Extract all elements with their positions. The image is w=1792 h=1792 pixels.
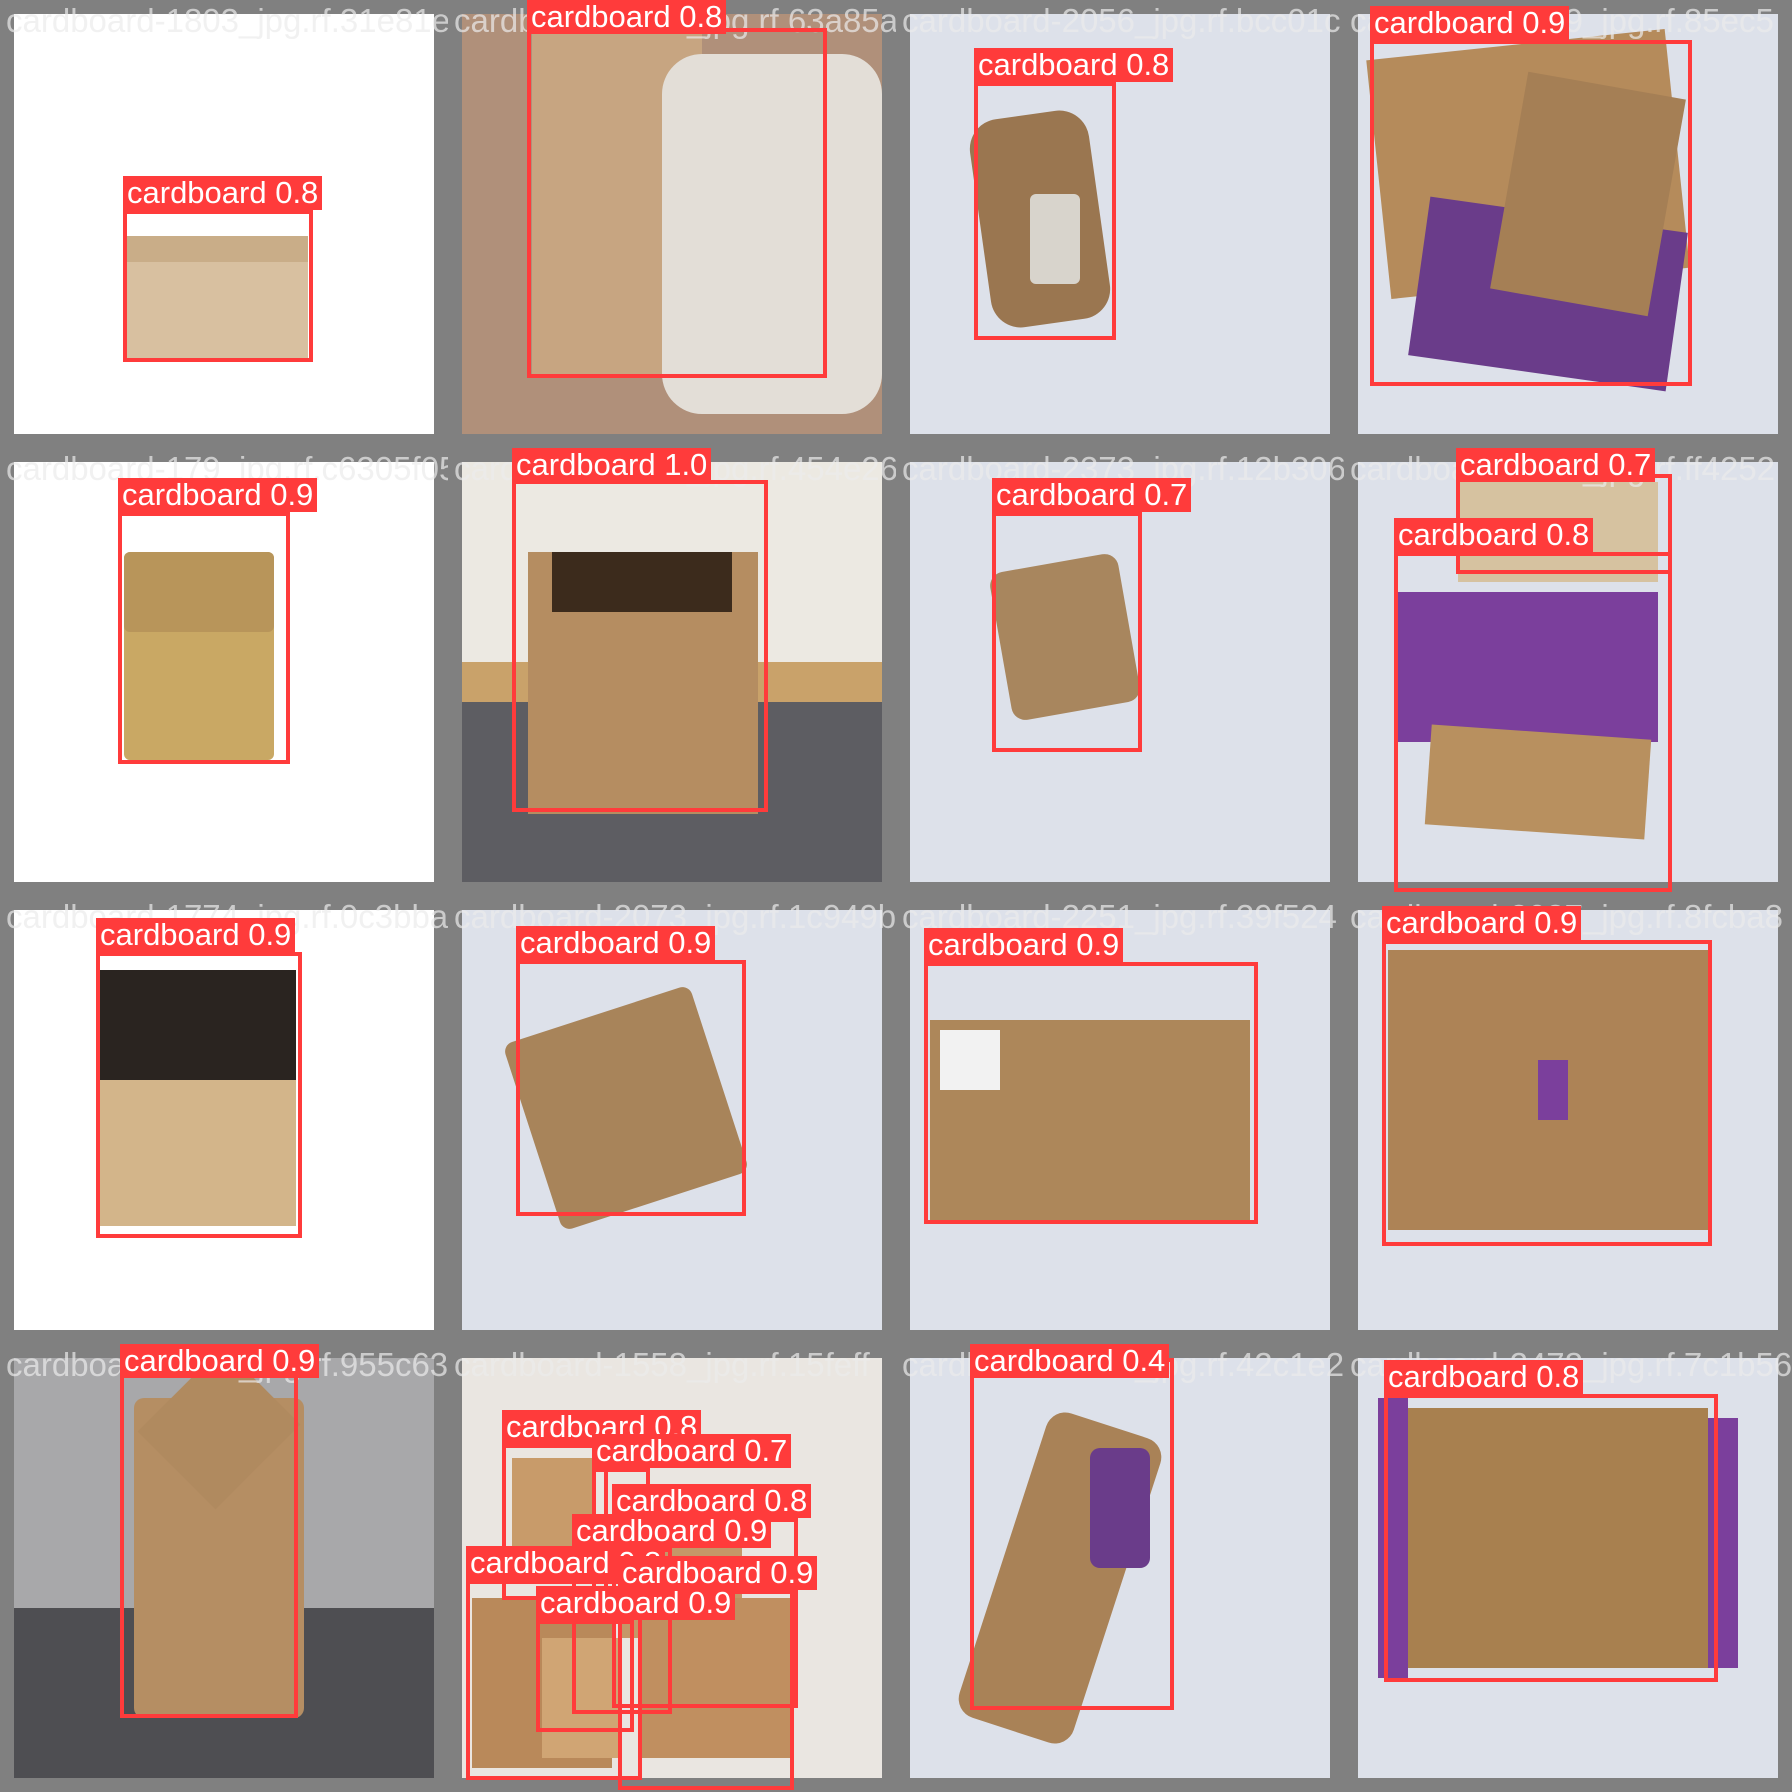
bounding-box xyxy=(536,1620,634,1732)
bounding-box xyxy=(512,480,768,812)
image-tile: cardboard-2251_jpg.rf.39f524 cardboard 0.… xyxy=(896,896,1344,1344)
detection-label: cardboard 0.9 xyxy=(924,928,1124,962)
image-tile: cardboard-1601_jpg.rf.955c63cardboard 0.… xyxy=(0,1344,448,1792)
bounding-box xyxy=(1370,40,1692,386)
detection-label: cardboard 0.8 xyxy=(1394,518,1594,552)
bounding-box xyxy=(1382,940,1712,1246)
image-tile: cardboard-1523_jpg.rf.454e26cardboard 1.… xyxy=(448,448,896,896)
image-tile: cardboard-2056_jpg.rf.bcc01c cardboard 0.… xyxy=(896,0,1344,448)
detection-label: cardboard 0.4 xyxy=(970,1344,1170,1378)
image-tile: cardboard-1803_jpg.rf.31e81eb5 cardboard … xyxy=(0,0,448,448)
detection-grid: cardboard-1803_jpg.rf.31e81eb5 cardboard … xyxy=(0,0,1792,1792)
detection-label: cardboard 0.9 xyxy=(516,926,716,960)
bounding-box xyxy=(924,962,1258,1224)
detection-label: cardboard 1.0 xyxy=(512,448,712,482)
image-tile: cardboard-179_jpg.rf.c6305f05 cardboard 0… xyxy=(0,448,448,896)
detection-label: cardboard 0.9 xyxy=(118,478,318,512)
bounding-box xyxy=(123,210,313,362)
bounding-box xyxy=(974,82,1116,340)
bounding-box xyxy=(618,1590,794,1790)
image-tile: cardboard-1558_jpg.rf.15feff cardboard 0.… xyxy=(448,1344,896,1792)
detection-label: cardboard 0.8 xyxy=(974,48,1174,82)
image-tile: cardboard-2373_jpg.rf.12b306 cardboard 0.… xyxy=(896,448,1344,896)
detection-label: cardboard 0.8 xyxy=(1384,1360,1584,1394)
detection-label: cardboard 0.7 xyxy=(592,1434,792,1468)
image-tile: cardboard-1774_jpg.rf.0c3bba cardboard 0.… xyxy=(0,896,448,1344)
image-tile: cardboard-2087_jpg.rf.8fcba8cardboard 0.… xyxy=(1344,896,1792,1344)
detection-label: cardboard 0.9 xyxy=(96,918,296,952)
image-tile: cardboard-2459_jpg.rf.42c1e2cardboard 0.… xyxy=(896,1344,1344,1792)
image-tile: cardboard-2478_jpg.rf.7c1b56cardboard 0.… xyxy=(1344,1344,1792,1792)
detection-label: cardboard 0.9 xyxy=(572,1514,772,1548)
bounding-box xyxy=(118,512,290,764)
bounding-box xyxy=(516,960,746,1216)
detection-label: cardboard 0.8 xyxy=(527,0,727,34)
detection-label: cardboard 0.7 xyxy=(1456,448,1656,482)
image-tile: cardboard-1799_jpg.rf.63a85acardboard 0.… xyxy=(448,0,896,448)
bounding-box xyxy=(970,1358,1174,1710)
bounding-box xyxy=(120,1372,298,1718)
detection-label: cardboard 0.9 xyxy=(120,1344,320,1378)
bounding-box xyxy=(1394,552,1672,892)
detection-label: cardboard 0.9 xyxy=(1382,906,1582,940)
image-tile: cardboard-2073_jpg.rf.1c949b cardboard 0.… xyxy=(448,896,896,1344)
detection-label: cardboard 0.7 xyxy=(992,478,1192,512)
bounding-box xyxy=(992,512,1142,752)
bounding-box xyxy=(527,28,827,378)
detection-label: cardboard 0.9 xyxy=(1370,6,1570,40)
detection-label: cardboard 0.9 xyxy=(536,1586,736,1620)
bounding-box xyxy=(1384,1394,1718,1682)
image-tile: cardboard-2061_jpg.rf.ff4252cardboard 0.… xyxy=(1344,448,1792,896)
detection-label: cardboard 0.8 xyxy=(123,176,323,210)
image-tile: cardboard-2719_jpg.rf.85ec5cardboard 0.9 xyxy=(1344,0,1792,448)
bounding-box xyxy=(96,952,302,1238)
